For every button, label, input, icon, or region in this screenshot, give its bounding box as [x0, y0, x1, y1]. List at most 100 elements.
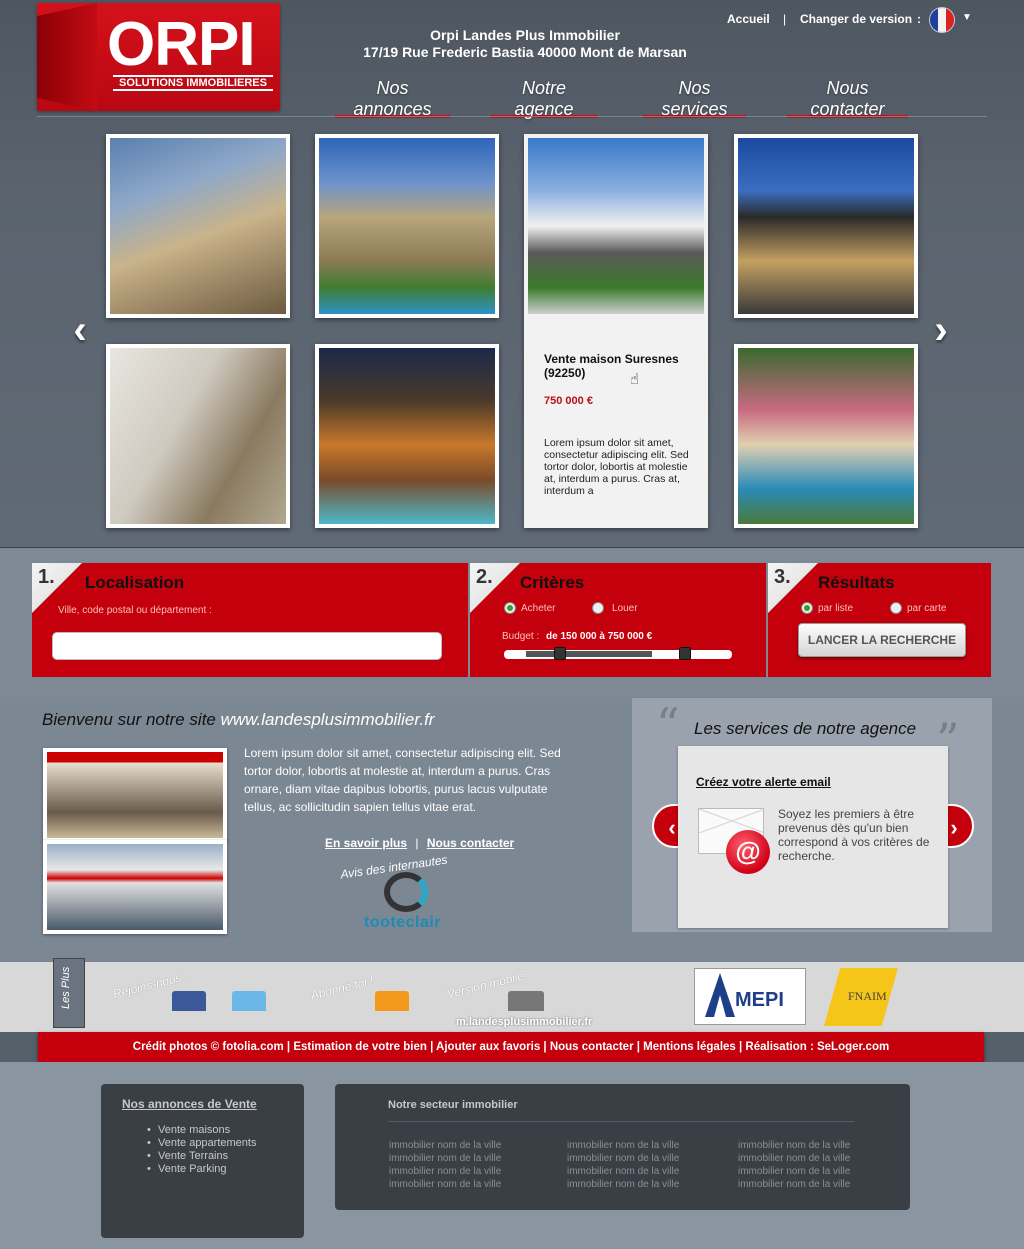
nav-divider [37, 116, 987, 117]
city-link[interactable]: immobilier nom de la ville [567, 1140, 679, 1151]
radio-par-carte[interactable] [890, 602, 902, 614]
nav-agence[interactable]: Notre agence [490, 78, 598, 119]
property-image [738, 138, 914, 314]
city-link[interactable]: immobilier nom de la ville [389, 1166, 501, 1177]
logo-tagline: SOLUTIONS IMMOBILIERES [113, 75, 273, 91]
carousel-next-button[interactable]: › [925, 310, 957, 350]
step-title: Critères [520, 573, 585, 592]
property-photo[interactable] [734, 134, 918, 318]
email-alert-text: Soyez les premiers à être prevenus dès q… [778, 807, 930, 863]
hand-cursor-icon: ☝ [630, 371, 640, 388]
welcome-links-separator: | [415, 836, 419, 850]
search-criteria-panel: 2. Critères Acheter Louer Budget : de 15… [470, 563, 766, 677]
step-number: 3. [774, 566, 791, 588]
mobile-phone-icon[interactable] [508, 991, 544, 1011]
learn-more-link[interactable]: En savoir plus [325, 836, 407, 850]
radio-louer-label: Louer [612, 603, 638, 614]
carousel-prev-button[interactable]: ‹ [64, 310, 96, 350]
agency-address: 17/19 Rue Frederic Bastia 40000 Mont de … [363, 44, 687, 60]
sale-item-maisons[interactable]: Vente maisons [147, 1124, 230, 1136]
step-number: 1. [38, 566, 55, 588]
at-sign-icon: @ [726, 830, 770, 874]
search-localisation-panel: 1. Localisation Ville, code postal ou dé… [32, 563, 468, 677]
tooteclair-icon[interactable] [384, 872, 428, 912]
welcome-text: Lorem ipsum dolor sit amet, consectetur … [244, 746, 561, 814]
amepi-text: MEPI [735, 989, 784, 1011]
les-plus-tab: Les Plus [53, 958, 85, 1028]
agency-image [47, 844, 223, 930]
featured-property-card[interactable]: Vente maison Suresnes (92250) 750 000 € … [524, 134, 708, 528]
agency-info: Orpi Landes Plus Immobilier 17/19 Rue Fr… [360, 27, 690, 61]
change-version-label: Changer de version [800, 12, 913, 26]
agency-name: Orpi Landes Plus Immobilier [430, 27, 620, 43]
footer-links-bar[interactable]: Crédit photos © fotolia.com | Estimation… [38, 1032, 984, 1062]
featured-title[interactable]: Vente maison Suresnes (92250) [544, 352, 694, 380]
sale-item-terrains[interactable]: Vente Terrains [147, 1150, 228, 1162]
city-link[interactable]: immobilier nom de la ville [389, 1179, 501, 1190]
radio-acheter-label: Acheter [521, 603, 556, 614]
sale-item-appartements[interactable]: Vente appartements [147, 1137, 257, 1149]
les-plus-label: Les Plus [60, 966, 72, 1009]
tooteclair-brand[interactable]: tooteclair [364, 914, 441, 932]
radio-louer[interactable] [592, 602, 604, 614]
nav-annonces[interactable]: Nos annonces [335, 78, 450, 119]
city-link[interactable]: immobilier nom de la ville [389, 1140, 501, 1151]
services-title: Les services de notre agence [694, 719, 917, 738]
chevron-down-icon[interactable]: ▼ [962, 12, 972, 23]
email-alert-link[interactable]: Créez votre alerte email [696, 775, 831, 789]
property-image [738, 348, 914, 524]
city-link[interactable]: immobilier nom de la ville [738, 1166, 850, 1177]
sector-divider [388, 1121, 854, 1122]
city-link[interactable]: immobilier nom de la ville [567, 1166, 679, 1177]
contact-link[interactable]: Nous contacter [427, 836, 514, 850]
city-link[interactable]: immobilier nom de la ville [567, 1153, 679, 1164]
property-image [528, 138, 704, 314]
amepi-logo[interactable]: MEPI [694, 968, 806, 1025]
city-link[interactable]: immobilier nom de la ville [567, 1179, 679, 1190]
city-link[interactable]: immobilier nom de la ville [738, 1179, 850, 1190]
property-image [110, 138, 286, 314]
property-photo[interactable] [106, 344, 290, 528]
city-link[interactable]: immobilier nom de la ville [738, 1153, 850, 1164]
welcome-heading: Bienvenu sur notre site [42, 710, 216, 729]
fnaim-text: FNAIM [848, 989, 887, 1003]
budget-value: de 150 000 à 750 000 € [546, 631, 653, 642]
step-title: Localisation [85, 573, 185, 592]
property-image [110, 348, 286, 524]
search-results-panel: 3. Résultats par liste par carte LANCER … [768, 563, 991, 677]
property-image [319, 138, 495, 314]
sale-item-parking[interactable]: Vente Parking [147, 1163, 226, 1175]
sector-title: Notre secteur immobilier [388, 1099, 518, 1111]
nav-contact[interactable]: Nous contacter [787, 78, 908, 119]
twitter-icon[interactable] [232, 991, 266, 1011]
radio-par-liste[interactable] [801, 602, 813, 614]
agency-image [47, 752, 223, 838]
amepi-mark [705, 973, 735, 1017]
radio-acheter[interactable] [504, 602, 516, 614]
property-photo[interactable] [315, 134, 499, 318]
home-link[interactable]: Accueil [727, 12, 770, 26]
budget-label: Budget : [502, 631, 540, 642]
property-photo[interactable] [315, 344, 499, 528]
facebook-icon[interactable] [172, 991, 206, 1011]
french-flag-icon[interactable] [930, 8, 954, 32]
featured-description: Lorem ipsum dolor sit amet, consectetur … [544, 437, 689, 497]
logo-flag-shape [37, 3, 97, 111]
agency-photo [43, 840, 227, 934]
property-photo[interactable] [106, 134, 290, 318]
nav-services[interactable]: Nos services [643, 78, 746, 119]
launch-search-button[interactable]: LANCER LA RECHERCHE [798, 623, 966, 657]
budget-slider-min-handle[interactable] [554, 647, 566, 660]
orpi-logo[interactable]: ORPI SOLUTIONS IMMOBILIERES [37, 3, 280, 111]
welcome-links: En savoir plus | Nous contacter [325, 836, 514, 850]
mobile-url-link[interactable]: m.landesplusimmobilier.fr [456, 1016, 592, 1028]
city-link[interactable]: immobilier nom de la ville [738, 1140, 850, 1151]
city-link[interactable]: immobilier nom de la ville [389, 1153, 501, 1164]
location-input[interactable] [52, 632, 442, 660]
sale-listings-title[interactable]: Nos annonces de Vente [122, 1097, 257, 1111]
property-photo[interactable] [734, 344, 918, 528]
rss-icon[interactable] [375, 991, 409, 1011]
radio-par-liste-label: par liste [818, 603, 854, 614]
budget-slider-max-handle[interactable] [679, 647, 691, 660]
featured-price: 750 000 € [544, 395, 593, 407]
